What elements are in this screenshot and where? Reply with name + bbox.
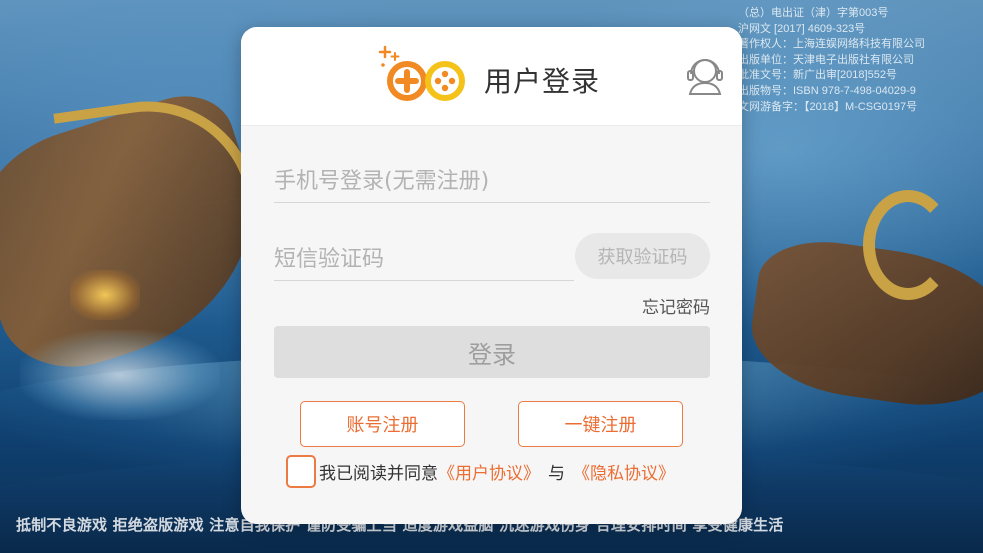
headset-service-icon[interactable]	[685, 54, 725, 96]
license-line: 出版单位：天津电子出版社有限公司	[738, 53, 914, 66]
background-splash	[20, 330, 220, 420]
get-code-button[interactable]: 获取验证码	[575, 233, 710, 279]
license-line: 沪网文 [2017] 4609-323号	[738, 22, 866, 35]
agreement-text: 我已阅读并同意	[319, 464, 438, 484]
license-line: 文网游备字：【2018】M-CSG0197号	[738, 100, 918, 113]
dialog-title: 用户登录	[484, 65, 601, 98]
forgot-password-link[interactable]: 忘记密码	[637, 293, 710, 318]
user-agreement-link[interactable]: 《用户协议》	[438, 459, 540, 484]
license-info: （总）电出证（津）字第003号 沪网文 [2017] 4609-323号 著作权…	[738, 6, 978, 115]
background-glow	[70, 270, 140, 320]
sms-code-field	[274, 239, 574, 281]
license-line: 出版物号：ISBN 978-7-498-04029-9	[738, 84, 916, 97]
sms-code-input[interactable]	[274, 239, 574, 280]
phone-field	[274, 161, 710, 203]
license-line: （总）电出证（津）字第003号	[738, 7, 889, 19]
account-register-button[interactable]: 账号注册	[300, 401, 465, 447]
agreement-checkbox[interactable]	[286, 455, 316, 488]
background-ship-curl	[863, 190, 953, 300]
privacy-policy-link[interactable]: 《隐私协议》	[573, 459, 675, 484]
quick-register-button[interactable]: 一键注册	[518, 401, 683, 447]
login-button[interactable]: 登录	[274, 326, 710, 378]
agreement-row: 我已阅读并同意 《用户协议》 与 《隐私协议》	[286, 455, 675, 488]
agreement-and-text: 与	[548, 464, 565, 484]
dialog-header: 用户登录	[241, 27, 742, 126]
phone-input[interactable]	[274, 161, 710, 202]
license-line: 批准文号：新广出审[2018]552号	[738, 69, 897, 82]
gamepad-plus-logo-icon	[378, 45, 465, 101]
license-line: 著作权人：上海连娱网络科技有限公司	[738, 38, 925, 51]
login-dialog: 用户登录 获取验证码 忘记密码 登录 账号注册 一键注册 我已阅读并同意 《用户…	[241, 27, 742, 524]
